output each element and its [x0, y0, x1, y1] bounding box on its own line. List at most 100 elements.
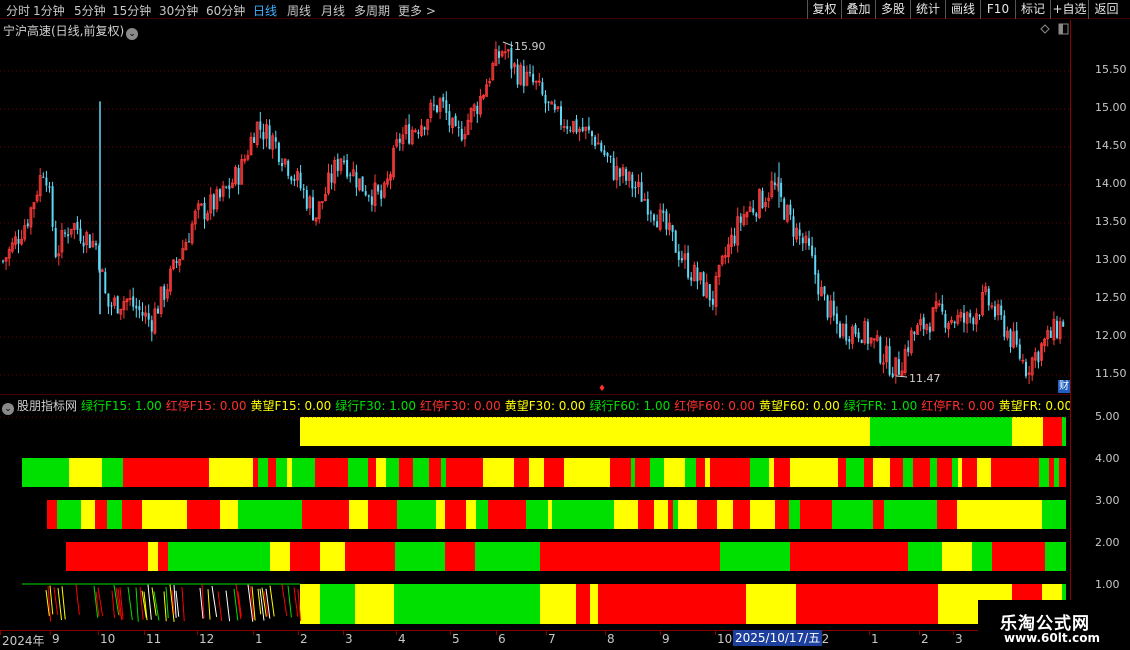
date-tick-mark [396, 631, 397, 635]
back-button[interactable]: 返回 [1088, 0, 1124, 19]
signal-bar-segment [972, 542, 992, 571]
price-tick: 14.00 [1095, 177, 1127, 190]
signal-bar-segment [300, 584, 320, 624]
period-tab-daily[interactable]: 日线 [253, 2, 277, 19]
date-tick: 2024年 [2, 634, 45, 648]
signal-bar-segment [302, 500, 322, 529]
candle-body [581, 127, 584, 132]
signal-bar-segment [668, 500, 673, 529]
candle-body [445, 100, 448, 113]
candle-body [532, 73, 535, 83]
signal-line [165, 586, 169, 619]
candle-body [48, 186, 51, 188]
candle-body [147, 313, 150, 320]
date-tick-mark [98, 631, 99, 635]
period-tab-5min[interactable]: 5分钟 [74, 2, 106, 19]
signal-bar-segment [399, 458, 413, 487]
signal-bar-segment [633, 500, 638, 529]
draw-line-button[interactable]: 画线 [945, 0, 980, 19]
signal-bar-segment [919, 500, 937, 529]
period-tab-15min[interactable]: 15分钟 [112, 2, 151, 19]
statistics-button[interactable]: 统计 [910, 0, 945, 19]
period-tab-weekly[interactable]: 周线 [287, 2, 311, 19]
candle-body [274, 137, 277, 142]
candle-body [448, 111, 451, 126]
period-tab-multi[interactable]: 多周期 [354, 2, 390, 19]
signal-bar-segment [514, 458, 525, 487]
signal-bar-segment [22, 458, 30, 487]
signal-bar-segment [991, 458, 1009, 487]
candle-body [789, 204, 792, 215]
chevron-down-icon[interactable]: ⌄ [2, 403, 14, 415]
candle-body [1056, 320, 1058, 338]
signal-bar-segment [544, 458, 564, 487]
chart-title[interactable]: 宁沪高速(日线,前复权) ⌄ [3, 22, 139, 40]
signal-bar-segment [957, 500, 981, 529]
date-tick: 1 [255, 632, 263, 646]
date-tick: 2 [300, 632, 308, 646]
date-tick: 2 [921, 632, 929, 646]
signal-bar-segment [158, 542, 168, 571]
signal-bar-segment [276, 458, 287, 487]
signal-line [269, 585, 275, 617]
mark-button[interactable]: 标记 [1015, 0, 1050, 19]
signal-line [75, 584, 80, 615]
period-tab-timeshare[interactable]: 分时 [6, 2, 30, 19]
candle-body [653, 214, 655, 221]
signal-bar-segment [206, 500, 220, 529]
candle-body [336, 159, 339, 171]
date-tick-mark [253, 631, 254, 635]
period-tab-monthly[interactable]: 月线 [321, 2, 345, 19]
indicator-value: 红停F30: 0.00 [420, 399, 501, 413]
signal-bar-segment [717, 500, 733, 529]
signal-bar-segment [790, 458, 838, 487]
signal-bar-segment [209, 458, 253, 487]
signal-bar-segment [304, 458, 315, 487]
watermark-url: www.60lt.com [1004, 631, 1101, 645]
signal-bar-segment [187, 500, 206, 529]
signal-bar-segment [873, 500, 884, 529]
finance-badge-icon[interactable]: 财 [1058, 380, 1070, 393]
candle-body [259, 121, 262, 130]
candle-body [268, 125, 271, 149]
signal-bar-segment [789, 500, 795, 529]
candle-body [370, 196, 373, 205]
indicator-value: 黄望F30: 0.00 [504, 399, 586, 413]
candle-body [1000, 305, 1003, 316]
date-axis: 2024年91011121234567891012123 [0, 630, 1070, 650]
period-tab-60min[interactable]: 60分钟 [206, 2, 245, 19]
signal-bar-segment [258, 458, 268, 487]
period-tab-1min[interactable]: 1分钟 [33, 2, 65, 19]
candle-body [312, 197, 314, 221]
signal-bar-segment [890, 458, 903, 487]
candle-body [606, 153, 609, 157]
candle-body [897, 359, 900, 375]
period-tab-30min[interactable]: 30分钟 [159, 2, 198, 19]
indicator-title[interactable]: 股朋指标网 [17, 399, 77, 413]
overlay-button[interactable]: 叠加 [841, 0, 875, 19]
candle-body [95, 243, 97, 246]
price-tick: 12.50 [1095, 291, 1127, 304]
indicator-value: 黄望FR: 0.00 [998, 399, 1070, 413]
add-watchlist-button[interactable]: +自选 [1050, 0, 1088, 19]
signal-bar-segment [57, 500, 61, 529]
date-tick: 7 [548, 632, 556, 646]
f10-button[interactable]: F10 [980, 0, 1015, 19]
signal-bar-segment [268, 458, 276, 487]
signal-bar-segment [650, 458, 664, 487]
signal-line [217, 591, 223, 622]
restore-rights-button[interactable]: 复权 [807, 0, 841, 19]
chevron-down-icon[interactable]: ⌄ [126, 28, 139, 40]
period-tab-more[interactable]: 更多 > [398, 2, 436, 19]
multi-stock-button[interactable]: 多股 [875, 0, 910, 19]
candle-body [662, 210, 665, 213]
signal-bar-segment [938, 584, 962, 624]
candle-body [994, 306, 996, 317]
signal-bar-segment [349, 500, 357, 529]
candle-body [277, 142, 280, 162]
candle-body [690, 277, 693, 281]
candlestick-chart[interactable]: 15.90 11.47 ♦ [0, 20, 1070, 395]
diamond-icon[interactable] [1040, 24, 1050, 34]
candle-body [566, 126, 569, 129]
signal-line [287, 585, 292, 618]
